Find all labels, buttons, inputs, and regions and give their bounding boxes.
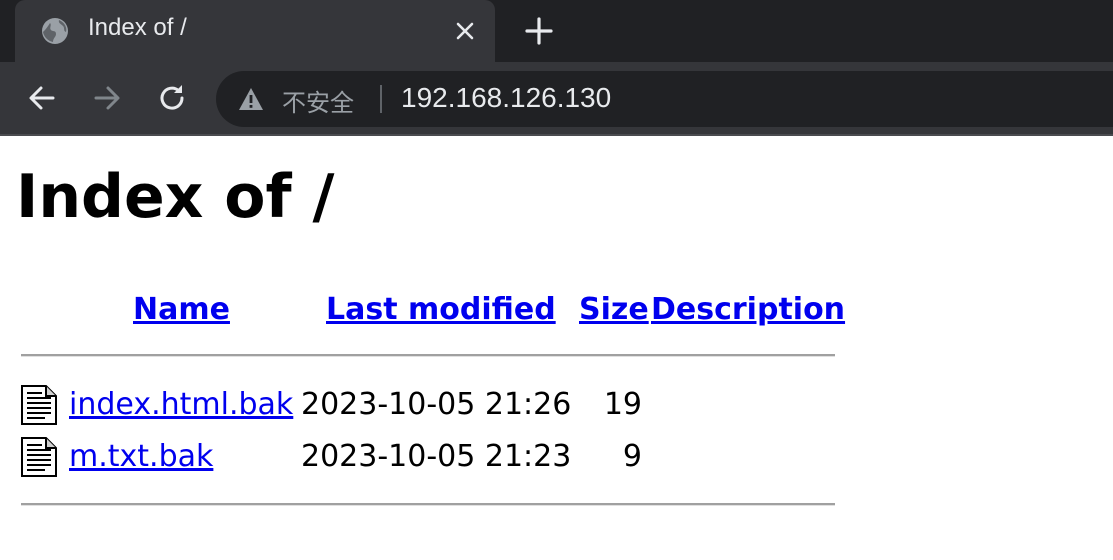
globe-icon [42, 18, 68, 44]
page-content: Index of / Name Last modified Size Descr… [0, 136, 1113, 560]
arrow-right-icon[interactable] [90, 81, 124, 115]
file-row: index.html.bak 2023-10-05 21:26 19 [0, 381, 1113, 429]
arrow-left-icon[interactable] [25, 81, 59, 115]
divider-bottom [21, 503, 835, 506]
column-header-last-modified[interactable]: Last modified [326, 292, 556, 327]
file-link[interactable]: index.html.bak [69, 387, 293, 422]
text-file-icon [21, 385, 57, 425]
warning-icon[interactable] [238, 87, 264, 111]
file-size: 9 [622, 439, 642, 474]
browser-toolbar: 不安全 192.168.126.130 [0, 62, 1113, 136]
plus-icon[interactable] [522, 14, 556, 48]
divider-top [21, 354, 835, 357]
page-title: Index of / [16, 162, 335, 232]
close-icon[interactable] [452, 18, 478, 44]
browser-tabstrip: Index of / [0, 0, 1113, 62]
url-text[interactable]: 192.168.126.130 [401, 82, 611, 114]
column-header-description[interactable]: Description [651, 292, 845, 327]
file-row: m.txt.bak 2023-10-05 21:23 9 [0, 433, 1113, 481]
address-bar[interactable]: 不安全 192.168.126.130 [216, 71, 1113, 127]
file-modified: 2023-10-05 21:23 [301, 439, 572, 474]
browser-tab[interactable]: Index of / [15, 0, 495, 62]
file-link[interactable]: m.txt.bak [69, 439, 213, 474]
column-header-name[interactable]: Name [133, 292, 230, 327]
tab-title: Index of / [88, 14, 187, 41]
file-modified: 2023-10-05 21:26 [301, 387, 572, 422]
file-size: 19 [603, 387, 642, 422]
security-label[interactable]: 不安全 [282, 83, 354, 118]
text-file-icon [21, 437, 57, 477]
column-header-size[interactable]: Size [579, 292, 649, 327]
omnibox-divider [380, 85, 382, 113]
reload-icon[interactable] [155, 81, 189, 115]
